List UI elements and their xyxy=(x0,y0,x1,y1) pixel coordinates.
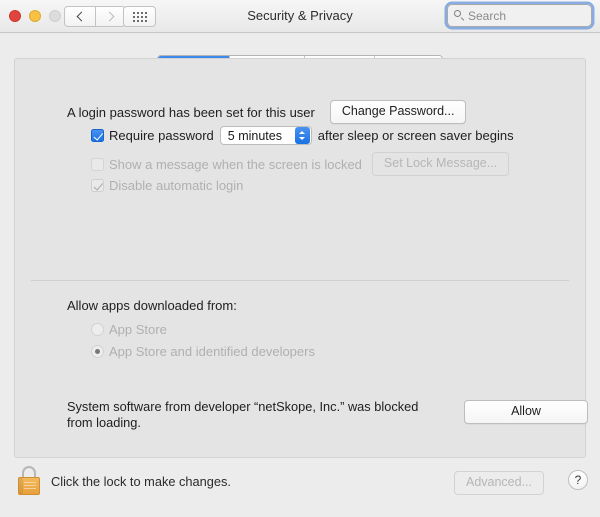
radio-identified-developers-label: App Store and identified developers xyxy=(109,344,315,359)
allow-apps-heading: Allow apps downloaded from: xyxy=(67,298,237,313)
radio-selected-dot-icon xyxy=(95,349,100,354)
allow-apps-option-appstore: App Store xyxy=(91,322,167,337)
advanced-button: Advanced... xyxy=(453,471,544,495)
search-icon xyxy=(454,10,465,21)
search-placeholder: Search xyxy=(468,8,507,23)
show-lock-message-label: Show a message when the screen is locked xyxy=(109,156,362,172)
login-password-status: A login password has been set for this u… xyxy=(67,104,315,120)
require-password-delay-popup[interactable]: 5 minutes xyxy=(219,126,312,145)
require-password-delay-value: 5 minutes xyxy=(227,128,282,143)
radio-app-store xyxy=(91,323,104,336)
disable-auto-login-label: Disable automatic login xyxy=(109,178,244,193)
allow-button-row: Allow xyxy=(464,400,588,424)
disable-auto-login-row: Disable automatic login xyxy=(91,178,243,193)
radio-app-store-and-identified-developers xyxy=(91,345,104,358)
help-button[interactable]: ? xyxy=(568,470,588,490)
search-field-wrapper[interactable]: Search xyxy=(447,4,592,27)
security-privacy-window: Security & Privacy Search General FileVa… xyxy=(0,0,600,517)
set-lock-message-button: Set Lock Message... xyxy=(371,152,510,176)
show-lock-message-checkbox xyxy=(91,157,104,171)
window-titlebar: Security & Privacy Search xyxy=(0,0,600,33)
login-password-row: A login password has been set for this u… xyxy=(67,100,467,124)
blocked-software-notice-row: System software from developer “netSkope… xyxy=(67,399,437,431)
lock-closed-icon[interactable] xyxy=(17,466,41,495)
lock-message: Click the lock to make changes. xyxy=(51,474,231,489)
window-footer: Click the lock to make changes. Advanced… xyxy=(0,458,600,517)
require-password-suffix: after sleep or screen saver begins xyxy=(317,128,514,143)
change-password-button[interactable]: Change Password... xyxy=(329,100,467,124)
require-password-row: Require password 5 minutes after sleep o… xyxy=(91,126,514,145)
allow-button[interactable]: Allow xyxy=(464,400,588,424)
checkmark-icon xyxy=(93,180,103,190)
require-password-label: Require password xyxy=(109,128,214,143)
allow-apps-option-identified: App Store and identified developers xyxy=(91,344,315,359)
search-field[interactable]: Search xyxy=(447,4,592,27)
show-lock-message-row: Show a message when the screen is locked… xyxy=(91,152,510,176)
stepper-chevrons-icon[interactable] xyxy=(294,127,310,144)
radio-app-store-label: App Store xyxy=(109,322,167,337)
section-divider xyxy=(31,280,569,281)
checkmark-icon xyxy=(93,130,103,140)
allow-apps-heading-row: Allow apps downloaded from: xyxy=(67,298,237,313)
require-password-checkbox[interactable] xyxy=(91,129,104,142)
disable-auto-login-checkbox xyxy=(91,179,104,192)
general-panel: A login password has been set for this u… xyxy=(14,58,588,458)
blocked-software-text: System software from developer “netSkope… xyxy=(67,399,419,430)
